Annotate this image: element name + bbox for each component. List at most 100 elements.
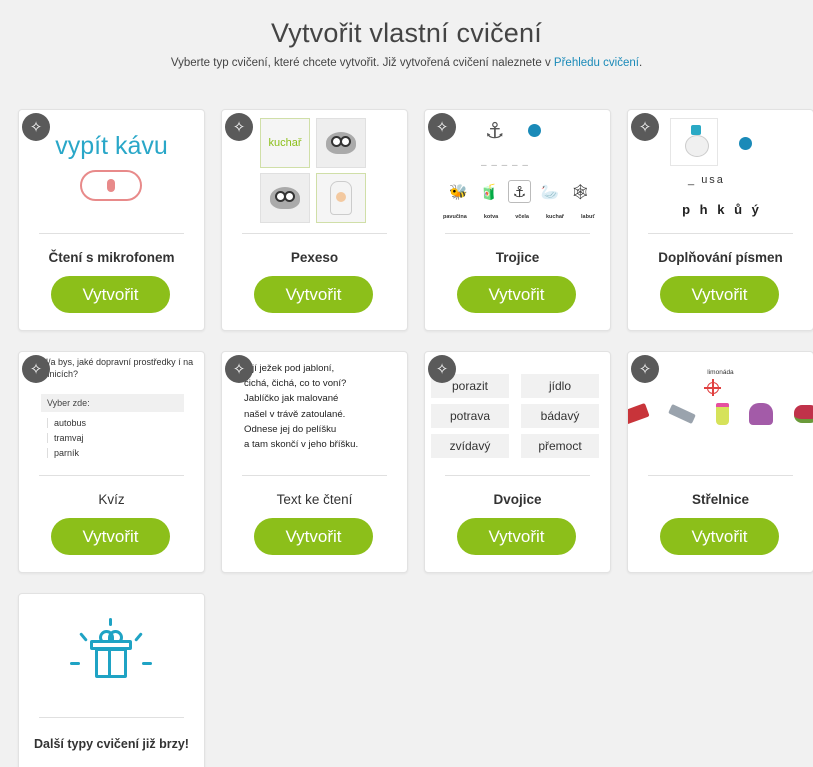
card-fill-letters[interactable]: ✧ _ usa p h k ů ý Doplňování písmen Vytv… [627,109,813,331]
pair-tile: bádavý [521,404,599,428]
pair-tile: přemoct [521,434,599,458]
magic-wand-icon: ✧ [225,113,253,141]
bee-icon: 🐝 [449,183,468,201]
sound-icon [739,137,752,150]
subtitle-end: . [638,57,643,69]
card-coming-soon: Další typy cvičení již brzy! [18,593,205,767]
magic-wand-icon: ✧ [225,355,253,383]
microphone-icon [80,170,142,201]
candy-icon [628,402,650,426]
crosshair-icon [704,379,721,396]
gift-icon [57,618,167,694]
page-subtitle: Vyberte typ cvičení, které chcete vytvoř… [0,57,813,69]
answer-blanks: – – – – – [481,160,529,171]
divider [648,475,793,476]
choice-icons: 🐝 🧃 ⚓ 🦢 🕸 [447,180,592,203]
card-shooting-range[interactable]: ✧ limonáda Střelnice Vytvořit [627,351,813,573]
preview-word: vypít kávu [55,132,168,160]
divider [445,475,590,476]
magic-wand-icon: ✧ [22,113,50,141]
word-with-blank: _ usa [688,174,725,186]
text-line: Jablíčko jak malované [244,393,339,405]
text-line: našel v trávě zatoulané. [244,408,346,420]
quiz-option: tramvaj [47,433,84,443]
page-title: Vytvořit vlastní cvičení [271,18,542,48]
divider [39,717,184,718]
text-line: Odnese jej do pelíšku [244,423,337,435]
pair-tile: jídlo [521,374,599,398]
text-line: a tam skončí v jeho bříšku. [244,439,359,451]
lemonade-icon [715,403,729,425]
anchor-icon: ⚓ [485,118,505,143]
choice-word: kuchař [545,214,565,220]
create-button[interactable]: Vytvořit [457,518,576,555]
pexeso-tile-word: kuchař [260,118,310,168]
divider [242,233,387,234]
choice-words: pavučina kotva včela kuchař labuť [443,214,595,220]
magic-wand-icon: ✧ [22,355,50,383]
word-part: usa [701,174,725,186]
divider [39,475,184,476]
web-icon: 🕸 [570,183,591,201]
choice-word: včela [515,214,529,220]
quiz-option: autobus [47,418,86,428]
reading-text: tojí ježek pod jabloní, čichá, čichá, co… [244,361,404,452]
satellite-icon [667,403,696,425]
card-trojice[interactable]: ✧ ⚓ – – – – – 🐝 🧃 ⚓ 🦢 🕸 pavučina kotva v… [424,109,611,331]
divider [648,233,793,234]
exercise-overview-link[interactable]: Přehledu cvičení [554,57,639,69]
coming-soon-text: Další typy cvičení již brzy! [34,737,189,751]
card-pexeso[interactable]: ✧ kuchař Pexeso Vytvořit [221,109,408,331]
card-title: Čtení s mikrofonem [48,250,175,265]
backpack-icon [749,403,774,425]
create-button[interactable]: Vytvořit [51,518,170,555]
quiz-option: parník [47,448,79,458]
spider-icon [316,118,366,168]
divider [242,475,387,476]
card-pairs[interactable]: ✧ porazit jídlo potrava bádavý zvídavý p… [424,351,611,573]
choice-word: pavučina [443,214,467,220]
anchor-icon: ⚓ [508,180,531,203]
magic-wand-icon: ✧ [631,113,659,141]
swan-icon: 🦢 [540,183,560,201]
card-title: Pexeso [290,250,339,265]
pair-tile: potrava [431,404,509,428]
create-button[interactable]: Vytvořit [660,276,779,313]
magic-wand-icon: ✧ [631,355,659,383]
glove-icon [794,405,813,423]
create-button[interactable]: Vytvořit [457,276,576,313]
quiz-prompt: Vyber zde: [41,394,184,412]
card-title: Trojice [495,250,540,265]
goose-icon [670,118,718,166]
pair-tile: zvídavý [431,434,509,458]
divider [445,233,590,234]
magic-wand-icon: ✧ [428,355,456,383]
choice-word: labuť [581,214,595,220]
letter-choices: p h k ů ý [682,202,759,217]
create-button[interactable]: Vytvořit [254,276,373,313]
create-button[interactable]: Vytvořit [660,518,779,555]
card-title: Kvíz [98,492,125,507]
card-quiz[interactable]: ✧ ěl/a bys, jaké dopravní prostředky í n… [18,351,205,573]
quiz-question: ěl/a bys, jaké dopravní prostředky í na … [41,357,194,379]
page-header: Vytvořit vlastní cvičení Vyberte typ cvi… [0,0,813,69]
divider [39,233,184,234]
card-title: Text ke čtení [276,492,353,507]
card-microphone-reading[interactable]: ✧ vypít kávu Čtení s mikrofonem Vytvořit [18,109,205,331]
create-button[interactable]: Vytvořit [51,276,170,313]
choice-word: kotva [483,214,499,220]
spider-icon [260,173,310,223]
magic-wand-icon: ✧ [428,113,456,141]
card-title: Dvojice [493,492,542,507]
text-line: tojí ježek pod jabloní, [244,363,335,374]
card-reading-text[interactable]: ✧ tojí ježek pod jabloní, čichá, čichá, … [221,351,408,573]
card-title: Doplňování písmen [658,250,783,265]
subtitle-text: Vyberte typ cvičení, které chcete vytvoř… [170,57,554,69]
create-button[interactable]: Vytvořit [254,518,373,555]
sound-icon [528,124,541,137]
target-icons [628,402,813,426]
chef-icon [316,173,366,223]
card-title: Střelnice [691,492,750,507]
cup-icon: 🧃 [479,183,499,201]
text-line: čichá, čichá, co to voní? [244,378,347,390]
